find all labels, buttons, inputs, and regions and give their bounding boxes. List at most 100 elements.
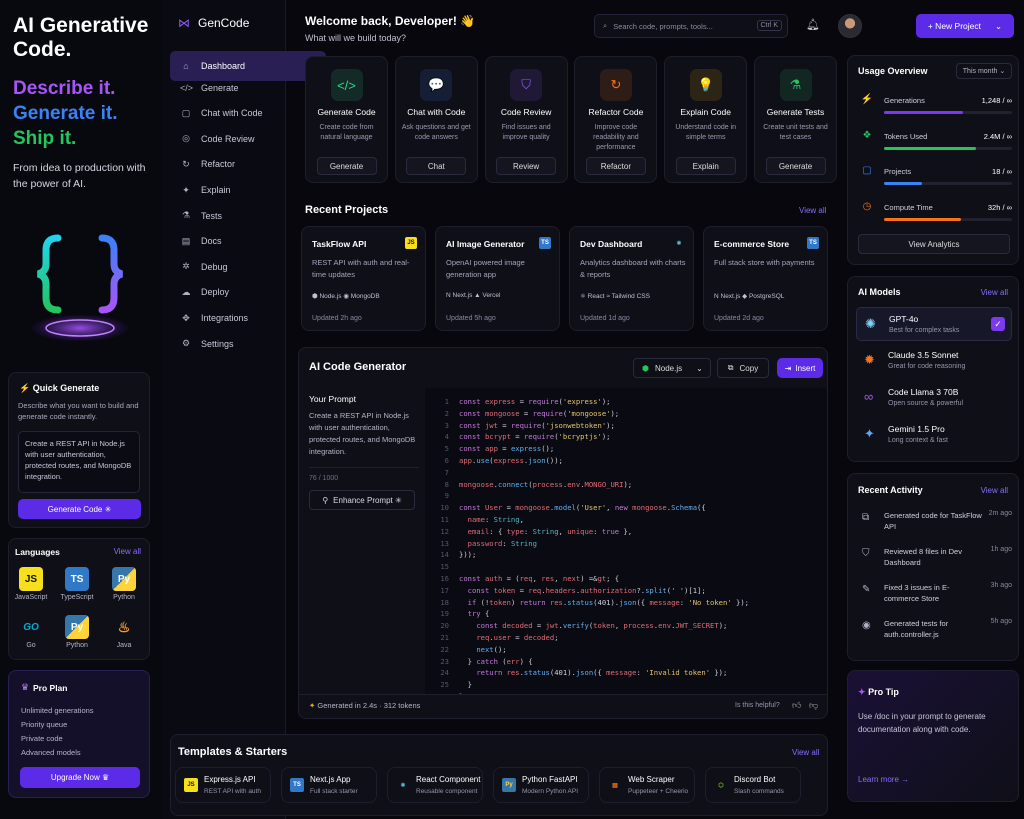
ai-models-view-all[interactable]: View all	[981, 288, 1008, 297]
sidebar-item-docs[interactable]: ▤ Docs	[170, 230, 278, 252]
code-output[interactable]: 1 const express = require('express'); 2 con…	[425, 388, 827, 694]
code-line: 22 next();	[440, 644, 507, 654]
usage-name: Generations	[884, 96, 925, 105]
sidebar-item-integrations[interactable]: ✥ Integrations	[170, 307, 278, 329]
sidebar-item-generate[interactable]: </> Generate	[170, 77, 278, 99]
sidebar-item-code-review[interactable]: ◎ Code Review	[170, 128, 278, 150]
typescript-icon: TS	[65, 567, 89, 591]
action-button[interactable]: Explain	[675, 157, 736, 175]
action-desc: Ask questions and get code answers	[401, 124, 471, 141]
avatar[interactable]	[838, 14, 862, 38]
model-option[interactable]: ✺ GPT-4o Best for complex tasks ✓	[856, 307, 1012, 341]
template-card[interactable]: JS Express.js API REST API with auth	[175, 767, 271, 803]
sidebar-item-refactor[interactable]: ↻ Refactor	[170, 153, 278, 175]
action-button[interactable]: Generate	[765, 157, 826, 175]
activity-item[interactable]: ⛉ Reviewed 8 files in Dev Dashboard 1h ago	[856, 546, 1012, 576]
lang-typescript[interactable]: TS TypeScript	[59, 567, 95, 601]
sidebar-item-debug[interactable]: ✲ Debug	[170, 256, 278, 278]
upgrade-now-button[interactable]: Upgrade Now ♛	[20, 767, 140, 788]
action-button[interactable]: Review	[496, 157, 557, 175]
bell-icon[interactable]: 🔔︎	[806, 18, 820, 31]
project-badge-icon: JS	[405, 237, 417, 249]
welcome-title: Welcome back, Developer! 👋	[305, 14, 476, 28]
search-input[interactable]: ⌕ Search code, prompts, tools... Ctrl K	[594, 14, 788, 38]
project-card[interactable]: Dev Dashboard ⚛ Analytics dashboard with c…	[569, 226, 694, 331]
sidebar-item-chat-with-code[interactable]: ▢ Chat with Code	[170, 102, 278, 124]
lang-go[interactable]: GO Go	[13, 615, 49, 650]
project-updated: Updated 5h ago	[446, 315, 496, 322]
thumbs-up-icon[interactable]: 👍︎	[792, 700, 801, 711]
action-title: Chat with Code	[407, 107, 466, 117]
lang-javascript[interactable]: JS JavaScript	[13, 567, 49, 601]
promo-subtitle: From idea to production with the power o…	[13, 162, 146, 190]
templates-view-all[interactable]: View all	[792, 748, 819, 757]
template-desc: Full stack starter	[310, 788, 358, 795]
action-card-explain-code[interactable]: 💡 Explain Code Understand code in simple t…	[664, 56, 748, 183]
copy-button[interactable]: ⧉ Copy	[717, 358, 769, 378]
action-card-chat-with-code[interactable]: 💬 Chat with Code Ask questions and get cod…	[394, 56, 478, 183]
pro-tip-text: Use /doc in your prompt to generate docu…	[858, 712, 986, 734]
sidebar-item-label: Refactor	[201, 159, 236, 170]
activity-view-all[interactable]: View all	[981, 486, 1008, 495]
runtime-select[interactable]: ⬢ Node.js ⌄	[633, 358, 711, 378]
quick-prompt-input[interactable]: Create a REST API in Node.js with user a…	[18, 431, 140, 493]
action-button[interactable]: Chat	[406, 157, 467, 175]
insert-button[interactable]: ⇥ Insert	[777, 358, 823, 378]
template-card[interactable]: ▤ Web Scraper Puppeteer + Cheerio	[599, 767, 695, 803]
template-card[interactable]: TS Next.js App Full stack starter	[281, 767, 377, 803]
code-line: 18 if (!token) return res.status(401).js…	[440, 597, 749, 607]
templates-title: Templates & Starters	[178, 746, 288, 758]
action-button[interactable]: Generate	[316, 157, 377, 175]
action-desc: Understand code in simple terms	[675, 124, 737, 141]
generate-code-button[interactable]: Generate Code ✳	[18, 499, 141, 519]
sidebar-item-explain[interactable]: ✦ Explain	[170, 179, 278, 201]
project-updated: Updated 2d ago	[714, 315, 764, 322]
period-select[interactable]: This month ⌄	[956, 63, 1012, 79]
template-card[interactable]: ⚛ React Component Reusable component	[387, 767, 483, 803]
action-card-generate-code[interactable]: </> Generate Code Create code from natural…	[305, 56, 388, 183]
wand-icon: ⚲	[322, 495, 329, 505]
thumbs-down-icon[interactable]: 👎︎	[809, 700, 818, 711]
activity-item[interactable]: ⧉ Generated code for TaskFlow API 2m ago	[856, 510, 1012, 540]
nav-icon: ✲	[182, 261, 190, 272]
prompt-text[interactable]: Create a REST API in Node.js with user a…	[309, 410, 419, 468]
action-card-generate-tests[interactable]: ⚗ Generate Tests Create unit tests and tes…	[754, 56, 837, 183]
sidebar-item-settings[interactable]: ⚙ Settings	[170, 333, 278, 355]
recent-projects-view-all[interactable]: View all	[799, 206, 826, 215]
model-option[interactable]: ✦ Gemini 1.5 Pro Long context & fast	[856, 418, 1012, 452]
project-card[interactable]: E-commerce Store TS Full stack store with …	[703, 226, 828, 331]
model-option[interactable]: ∞ Code Llama 3 70B Open source & powerful	[856, 381, 1012, 415]
search-icon: ⌕	[603, 21, 608, 30]
template-desc: Puppeteer + Cheerio	[628, 788, 689, 795]
enhance-prompt-button[interactable]: ⚲ Enhance Prompt ✳	[309, 490, 415, 510]
promo-tag-generate: Generate it.	[13, 103, 118, 124]
languages-panel: Languages View all JS JavaScript TS TypeSc…	[8, 538, 150, 660]
pro-feature: Private code	[21, 734, 63, 743]
languages-view-all[interactable]: View all	[114, 547, 141, 556]
project-badge-icon: ⚛	[676, 240, 682, 247]
action-card-code-review[interactable]: ⛉ Code Review Find issues and improve qual…	[484, 56, 568, 183]
project-card[interactable]: AI Image Generator TS OpenAI powered image…	[435, 226, 560, 331]
sidebar-item-deploy[interactable]: ☁ Deploy	[170, 281, 278, 303]
lang-python-2[interactable]: Py Python	[59, 615, 95, 649]
template-card[interactable]: Py Python FastAPI Modern Python API	[493, 767, 589, 803]
model-option[interactable]: ✹ Claude 3.5 Sonnet Great for code reasoni…	[856, 344, 1012, 378]
project-card[interactable]: TaskFlow API JS REST API with auth and rea…	[301, 226, 426, 331]
usage-bar-fill	[884, 111, 964, 114]
sidebar-item-tests[interactable]: ⚗ Tests	[170, 205, 278, 227]
app-logo[interactable]: ⋈ GenCode	[178, 16, 249, 30]
action-card-refactor-code[interactable]: ↻ Refactor Code Improve code readability a…	[574, 56, 658, 183]
template-card[interactable]: ⬡ Discord Bot Slash commands	[705, 767, 801, 803]
activity-item[interactable]: ◉ Generated tests for auth.controller.js 5…	[856, 618, 1012, 648]
activity-text: Generated code for TaskFlow API	[884, 511, 982, 531]
action-icon: ⛉	[510, 69, 543, 101]
lang-java[interactable]: ♨ Java	[106, 615, 142, 650]
learn-more-link[interactable]: Learn more →	[858, 775, 909, 784]
activity-item[interactable]: ✎ Fixed 3 issues in E-commerce Store 3h ag…	[856, 582, 1012, 612]
action-button[interactable]: Refactor	[585, 157, 646, 175]
new-project-button[interactable]: + New Project ⌄	[916, 14, 1014, 38]
lang-python[interactable]: Py Python	[106, 567, 142, 601]
view-analytics-button[interactable]: View Analytics	[858, 234, 1010, 254]
checkbox-checked-icon[interactable]: ✓	[991, 317, 1005, 331]
sidebar-item-label: Dashboard	[201, 61, 246, 71]
